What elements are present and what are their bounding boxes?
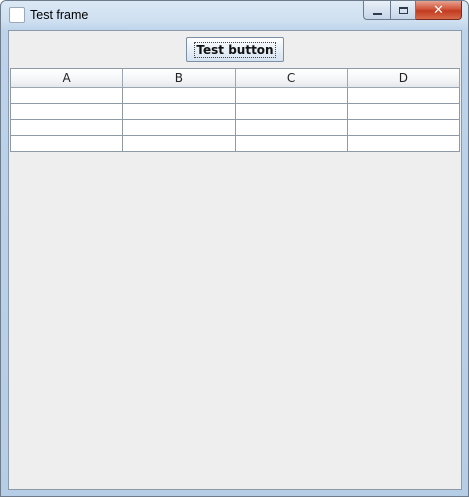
test-button-label: Test button: [194, 41, 276, 58]
content-pane: Test button A B C D: [8, 30, 462, 490]
java-icon[interactable]: [9, 7, 25, 23]
table-cell[interactable]: [11, 136, 124, 152]
table-cell[interactable]: [347, 136, 460, 152]
table-cell[interactable]: [11, 120, 124, 136]
column-header-b[interactable]: B: [123, 69, 236, 88]
table-cell[interactable]: [235, 88, 348, 104]
table-row[interactable]: [11, 104, 460, 120]
title-bar[interactable]: Test frame ✕: [1, 1, 468, 30]
maximize-icon: [398, 6, 408, 14]
close-button[interactable]: ✕: [416, 1, 462, 20]
minimize-icon: [372, 12, 382, 15]
table-cell[interactable]: [123, 120, 236, 136]
table-cell[interactable]: [235, 120, 348, 136]
table-row[interactable]: [11, 136, 460, 152]
table-cell[interactable]: [123, 136, 236, 152]
column-header-a[interactable]: A: [11, 69, 124, 88]
table-row[interactable]: [11, 120, 460, 136]
table-cell[interactable]: [235, 104, 348, 120]
table-cell[interactable]: [347, 120, 460, 136]
data-table[interactable]: A B C D: [10, 68, 460, 152]
maximize-button[interactable]: [390, 1, 416, 20]
table-header: A B C D: [11, 69, 460, 88]
app-window: Test frame ✕ Test button A B C D: [0, 0, 469, 497]
minimize-button[interactable]: [363, 1, 390, 20]
table-cell[interactable]: [235, 136, 348, 152]
column-header-d[interactable]: D: [347, 69, 460, 88]
table-cell[interactable]: [11, 104, 124, 120]
table-cell[interactable]: [123, 88, 236, 104]
table-cell[interactable]: [123, 104, 236, 120]
window-controls: ✕: [363, 1, 462, 20]
table-cell[interactable]: [11, 88, 124, 104]
column-header-c[interactable]: C: [235, 69, 348, 88]
close-icon: ✕: [433, 2, 444, 18]
window-title: Test frame: [30, 8, 89, 22]
table-row[interactable]: [11, 88, 460, 104]
table-cell[interactable]: [347, 104, 460, 120]
table-cell[interactable]: [347, 88, 460, 104]
test-button[interactable]: Test button: [186, 37, 284, 62]
